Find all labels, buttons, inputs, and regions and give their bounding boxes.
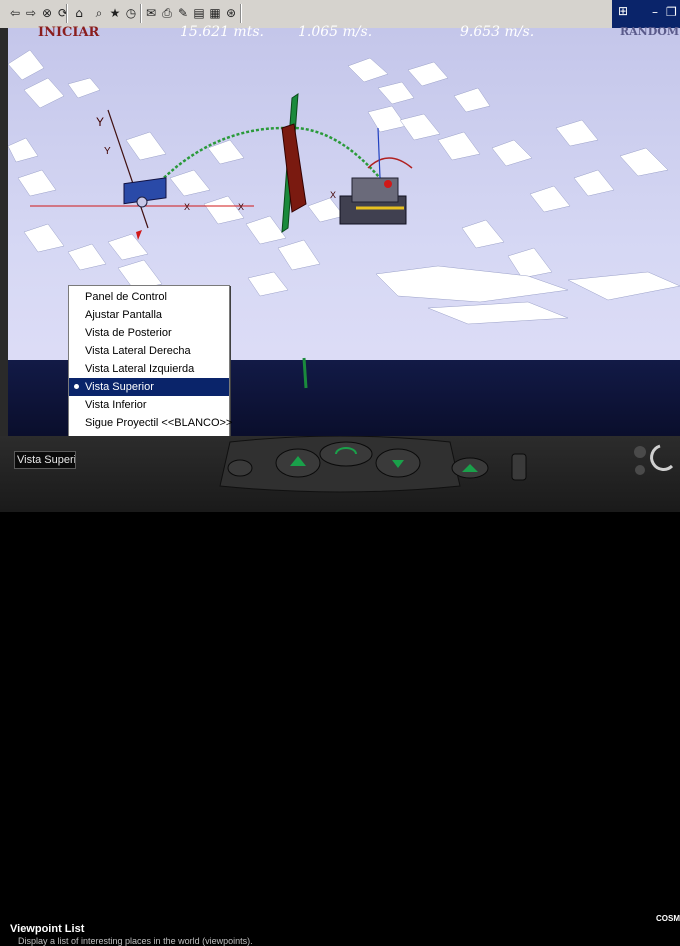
media-icon[interactable]: ▦ (208, 4, 222, 22)
terrain-block (573, 169, 615, 197)
terrain-block (247, 271, 289, 297)
menu-item[interactable]: Panel de Control (69, 288, 229, 306)
history-icon[interactable]: ◷ (124, 4, 138, 22)
terrain-block (23, 223, 65, 253)
terrain-block (427, 301, 569, 325)
terrain-block (529, 185, 571, 213)
viewpoint-select[interactable]: Vista Superior (14, 451, 76, 469)
menu-item-label: Vista Lateral Izquierda (85, 363, 195, 375)
terrain-block (461, 219, 505, 249)
terrain-block (23, 77, 65, 109)
target-vehicle (339, 127, 413, 225)
menu-item-label: Vista Lateral Derecha (85, 345, 191, 357)
menu-item[interactable]: Vista Lateral Derecha (69, 342, 229, 360)
terrain-block (245, 215, 287, 245)
hud-speed: 1.065 m/s. (298, 24, 373, 40)
menu-item-label: Vista Inferior (85, 399, 147, 411)
tooltip-title: Viewpoint List (10, 923, 85, 935)
terrain-block (555, 119, 599, 147)
help-button (634, 446, 646, 458)
terrain-block (67, 243, 107, 271)
forward-icon[interactable]: ⇨ (24, 4, 38, 22)
wall-base-line (302, 357, 308, 389)
menu-item-label: Sigue Proyectil <<BLANCO>> (85, 417, 233, 429)
hud-label-left: INICIAR (38, 25, 100, 40)
print-icon[interactable]: ⎙ (160, 4, 174, 22)
straighten-button (511, 453, 527, 481)
mail-icon[interactable]: ✉ (144, 4, 158, 22)
edit-icon[interactable]: ✎ (176, 4, 190, 22)
menu-item-label: Vista Superior (85, 381, 154, 393)
discuss-icon[interactable]: ▤ (192, 4, 206, 22)
back-icon[interactable]: ⇦ (8, 4, 22, 22)
menu-item[interactable]: Vista Inferior (69, 396, 229, 414)
terrain-block (277, 239, 321, 271)
stop-icon[interactable]: ⊗ (40, 4, 54, 22)
menu-item-label: Ajustar Pantalla (85, 309, 163, 321)
menu-item[interactable]: Vista de Posterior (69, 324, 229, 342)
terrain-block (453, 87, 491, 113)
menu-item-label: Panel de Control (85, 291, 167, 303)
terrain-blocks (8, 49, 680, 325)
menu-item[interactable]: Vista Superior (69, 378, 229, 396)
x-axis-marker: X (330, 190, 336, 200)
cannon-vehicle (123, 177, 167, 240)
selected-bullet-icon (74, 384, 79, 389)
terrain-block (377, 81, 415, 105)
terrain-block (619, 147, 669, 177)
terrain-block (8, 137, 39, 163)
messenger-icon[interactable]: ⊛ (224, 4, 238, 22)
terrain-block (399, 113, 441, 141)
terrain-block (107, 233, 149, 261)
terrain-block (407, 61, 449, 87)
windows-logo-icon: ⊞ (618, 4, 629, 18)
terrain-block (567, 271, 680, 301)
y-axis-marker: Y (104, 146, 111, 157)
favorites-icon[interactable]: ★ (108, 4, 122, 22)
cosmo-brand-label: COSMO (656, 914, 680, 923)
toolbar-separator (140, 4, 142, 23)
menu-item-label: Vista de Posterior (85, 327, 172, 339)
terrain-block (507, 247, 553, 279)
next-viewpoint-button (227, 459, 253, 477)
toolbar-separator (66, 4, 68, 23)
viewport-left-border (0, 28, 8, 436)
terrain-block (8, 49, 45, 81)
search-icon[interactable]: ⌕ (92, 4, 106, 22)
settings-button (635, 465, 645, 475)
dashboard-svg (219, 436, 674, 493)
terrain-block (367, 105, 407, 133)
terrain-block (307, 197, 345, 223)
terrain-block (67, 77, 101, 99)
menu-item[interactable]: Sigue Proyectil <<BLANCO>> (69, 414, 233, 432)
turn-button-bg (319, 441, 373, 467)
restore-icon[interactable]: ❐ (666, 5, 677, 19)
x-axis-marker: X (238, 202, 244, 212)
cosmo-dashboard: Viewpoint List Display a list of interes… (0, 436, 680, 946)
x-axis-marker: X (184, 202, 190, 212)
home-icon[interactable]: ⌂ (72, 4, 86, 22)
cosmo-logo-icon (650, 444, 674, 471)
minimize-icon[interactable]: – (652, 5, 658, 19)
toolbar-separator (240, 4, 242, 23)
menu-item[interactable]: Ajustar Pantalla (69, 306, 229, 324)
hud-speed-2: 9.653 m/s. (460, 24, 535, 40)
tooltip-description: Display a list of interesting places in … (18, 936, 253, 946)
window-controls: ⊞ – ❐ (612, 0, 680, 28)
terrain-block (17, 169, 57, 197)
terrain-block (169, 169, 211, 197)
terrain-block (125, 131, 167, 161)
terrain-block (347, 57, 389, 83)
y-axis-marker: Y (96, 115, 104, 129)
hud-label-right: RANDOM (620, 25, 680, 38)
hud-bar: INICIAR 15.621 mts. 1.065 m/s. 9.653 m/s… (8, 24, 680, 44)
menu-item[interactable]: Vista Lateral Izquierda (69, 360, 229, 378)
hud-distance: 15.621 mts. (180, 24, 264, 40)
terrain-block (437, 131, 481, 161)
cannon-axis-line (107, 109, 149, 229)
terrain-block (491, 139, 533, 167)
